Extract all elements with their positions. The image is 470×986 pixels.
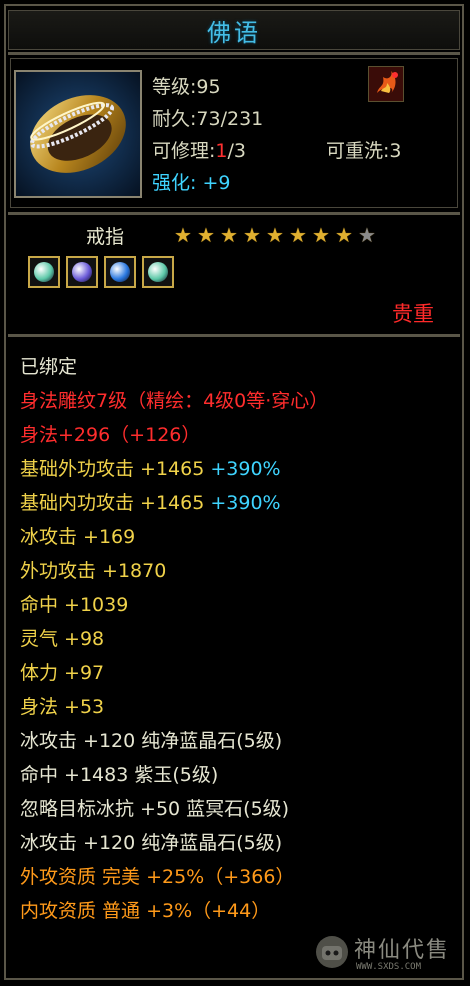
star-filled-icon: ★ [197,223,215,247]
star-filled-icon: ★ [174,223,192,247]
attribute-text: 身法雕纹7级（精绘：4级0等·穿心） [20,390,329,412]
attribute-line: 冰攻击 +120 纯净蓝晶石(5级) [20,828,282,855]
divider [8,212,460,215]
attribute-line: 忽略目标冰抗 +50 蓝冥石(5级) [20,794,289,821]
attribute-text: 外功攻击 +1870 [20,560,167,582]
attribute-line: 外攻资质 完美 +25%（+366） [20,862,294,889]
gem-slot-2-icon [66,256,98,288]
attribute-text: 冰攻击 +120 纯净蓝晶石(5级) [20,730,283,752]
rewash-line: 可重洗:3 [326,140,402,162]
repair-line: 可修理:1/3 [152,140,246,162]
attribute-line: 外功攻击 +1870 [20,556,166,583]
star-filled-icon: ★ [289,223,307,247]
attribute-line: 已绑定 [20,352,77,379]
attribute-line: 身法雕纹7级（精绘：4级0等·穿心） [20,386,328,413]
enhance-line: 强化: +9 [152,172,231,194]
attribute-text: 基础外功攻击 +1465 [20,458,211,480]
star-filled-icon: ★ [335,223,353,247]
attribute-line: 冰攻击 +120 纯净蓝晶石(5级) [20,726,282,753]
attribute-text: +390% [210,458,281,480]
attribute-text: 外攻资质 完美 +25%（+366） [20,866,295,888]
gem-slot-1-icon [28,256,60,288]
attribute-line: 内攻资质 普通 +3%（+44） [20,896,270,923]
attribute-line: 命中 +1039 [20,590,128,617]
item-name: 佛语 [207,18,261,47]
attribute-text: 基础内功攻击 +1465 [20,492,211,514]
watermark-url: WWW.SXDS.COM [356,962,422,972]
precious-label: 贵重 [392,302,434,326]
level-line: 等级:95 [152,76,221,98]
attribute-text: +390% [210,492,281,514]
divider [8,334,460,337]
attribute-text: 身法 +53 [20,696,105,718]
gem-slot-3-icon [104,256,136,288]
attribute-line: 身法+296（+126） [20,420,200,447]
attribute-text: 体力 +97 [20,662,105,684]
watermark-text: 神仙代售 [354,938,451,963]
flame-rune-icon [368,66,404,102]
attribute-line: 基础外功攻击 +1465 +390% [20,454,281,481]
item-title-bar: 佛语 [8,10,460,50]
star-empty-icon: ★ [358,223,376,247]
attribute-line: 体力 +97 [20,658,104,685]
star-filled-icon: ★ [266,223,284,247]
attribute-text: 灵气 +98 [20,628,105,650]
star-filled-icon: ★ [243,223,261,247]
attribute-text: 冰攻击 +169 [20,526,136,548]
attribute-line: 冰攻击 +169 [20,522,135,549]
attribute-text: 内攻资质 普通 +3%（+44） [20,900,271,922]
star-filled-icon: ★ [220,223,238,247]
attribute-line: 灵气 +98 [20,624,104,651]
star-filled-icon: ★ [312,223,330,247]
item-type-label: 戒指 [86,226,125,248]
divider [8,52,460,55]
star-rating: ★ ★ ★ ★ ★ ★ ★ ★ ★ [172,224,378,246]
mascot-icon [316,936,348,968]
attribute-text: 已绑定 [20,356,78,378]
durability-line: 耐久:73/231 [152,108,264,130]
attribute-line: 身法 +53 [20,692,104,719]
attribute-text: 忽略目标冰抗 +50 蓝冥石(5级) [20,798,290,820]
attribute-text: 命中 +1039 [20,594,129,616]
attribute-line: 基础内功攻击 +1465 +390% [20,488,281,515]
gem-slot-4-icon [142,256,174,288]
ring-icon [14,70,142,198]
attribute-line: 命中 +1483 紫玉(5级) [20,760,218,787]
attribute-text: 身法+296（+126） [20,424,201,446]
attribute-text: 命中 +1483 紫玉(5级) [20,764,219,786]
attribute-text: 冰攻击 +120 纯净蓝晶石(5级) [20,832,283,854]
gem-slots [28,256,174,288]
